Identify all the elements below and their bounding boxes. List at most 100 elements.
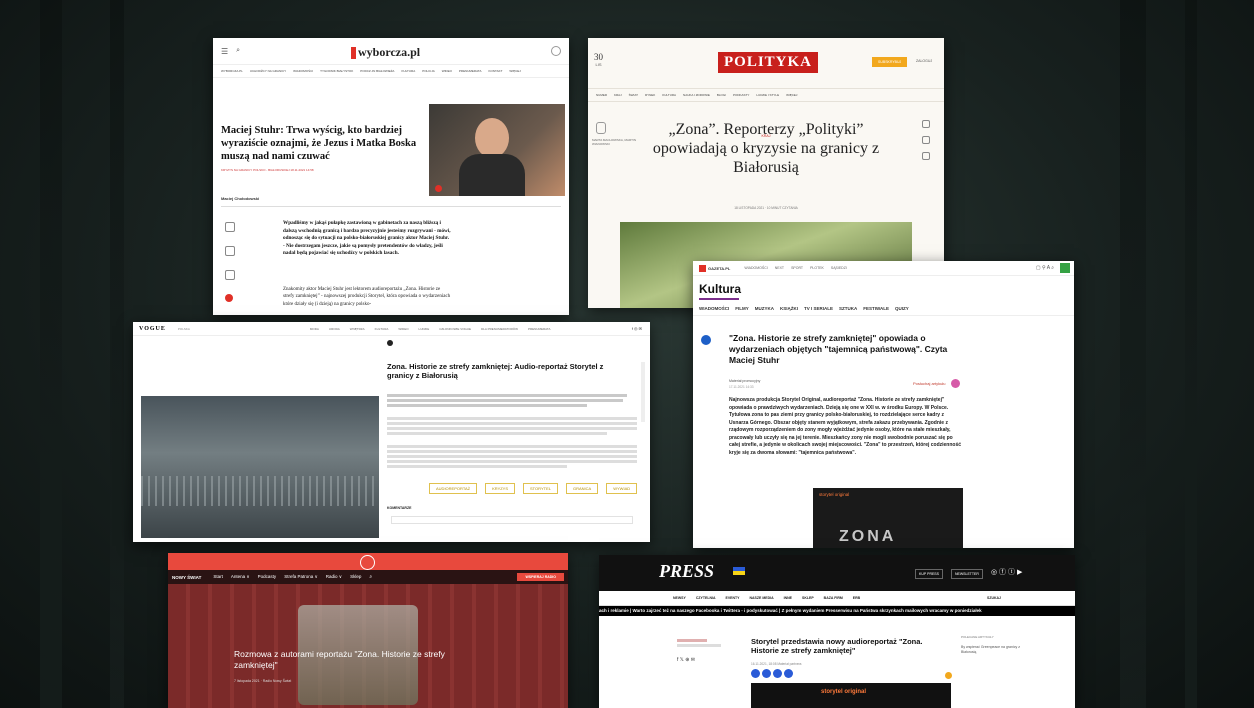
nav-item[interactable]: KRAJ [614,93,622,97]
nav-item[interactable]: KULTURA [662,93,676,97]
nav-item[interactable]: ERB [853,596,860,600]
nav-item[interactable]: LUDZIE [419,327,430,331]
nav-item[interactable]: POLICJA [422,69,435,73]
nav-item[interactable]: PODKASTY [733,93,749,97]
storytel-video[interactable]: storytel original ZONA [813,488,963,548]
nav-item[interactable]: SPORT [791,266,803,270]
search-icon[interactable]: ⌕ [236,47,240,55]
nav-item[interactable]: TV I SERIALE [804,306,833,311]
section-title[interactable]: Kultura [693,276,1074,298]
nav-item[interactable]: NUMER [596,93,607,97]
polityka-logo[interactable]: POLITYKA [718,52,819,73]
tag[interactable]: GRANICA [566,483,599,494]
nav-item[interactable]: Strefa Patrona ∨ [284,574,318,580]
article-headline[interactable]: Maciej Stuhr: Trwa wyścig, kto bardziej … [221,124,421,163]
side-text[interactable]: By wspierać Greenpeace na granicy z Biał… [961,645,1021,654]
storytel-banner[interactable]: storytel original [751,683,951,708]
share-icons[interactable]: f 𝕏 ⊕ ✉ [677,657,737,663]
bookmark-icon[interactable] [225,222,235,232]
social-icons[interactable]: f ◎ ✉ [632,326,642,331]
nav-item[interactable]: PRENUMERATA [528,327,551,331]
nav-item[interactable]: KULTURA [375,327,389,331]
listen-link[interactable]: Posłuchaj artykułu [913,381,945,386]
nav-item[interactable]: UCHODŹCY NA GRANICY [250,69,286,73]
tag[interactable]: STORYTEL [523,483,558,494]
nav-item[interactable]: SĄSIEDZI [831,266,847,270]
nav-item[interactable]: WIADOMOŚCI [744,266,767,270]
nav-item[interactable]: NAUKA I ZDROWIE [683,93,710,97]
nav-item[interactable]: CZYTELNIA [696,596,716,600]
twitter-icon[interactable] [225,270,235,280]
nav-item[interactable]: WIADOMOŚCI [293,69,313,73]
nav-item[interactable]: WIDEO [398,327,408,331]
nav-item[interactable]: Sklep [350,574,361,580]
vogue-logo[interactable]: VOGUE [139,326,166,332]
article-headline[interactable]: „Zona”. Reporterzy „Polityki” opowiadają… [648,120,884,178]
nav-item[interactable]: BAZA FIRM [824,596,843,600]
nav-item[interactable]: KSIĄŻKI [780,306,798,311]
support-button[interactable]: WSPIERAJ RADIO [517,573,564,581]
menu-button[interactable] [1060,263,1070,273]
article-headline[interactable]: "Zona. Historie ze strefy zamkniętej" op… [729,333,969,366]
nav-item[interactable]: WIĘCEJ [509,69,520,73]
nav-item[interactable]: MUZYKA [755,306,774,311]
social-icons[interactable]: ◎ ⓕ ⓣ ▶ [991,567,1022,577]
nav-item[interactable]: SZTUKA [839,306,857,311]
nav-item[interactable]: NEXT [775,266,784,270]
search-link[interactable]: SZUKAJ [987,596,1001,600]
nav-item[interactable]: WYBORCZA.PL [221,69,243,73]
tag[interactable]: WYWIAD [606,483,638,494]
article-headline[interactable]: Storytel przedstawia nowy audioreportaż … [751,637,947,656]
search-icon[interactable]: ⌕ [369,574,372,580]
nav-item[interactable]: TYGODNIK BIAŁYSTOK [320,69,353,73]
author-line[interactable]: MARTA MACHOWSKA, MARTIN WIANOWSKI [592,138,638,146]
account-icon[interactable] [551,46,561,56]
listen-icon[interactable] [922,152,930,160]
nav-item[interactable]: KULTURA [401,69,415,73]
press-logo[interactable]: PRESS [659,561,714,582]
facebook-icon[interactable] [701,335,711,345]
bookmark-icon[interactable] [922,120,930,128]
nav-item[interactable]: QUIZY [895,306,909,311]
buy-press-button[interactable]: KUP PRESS [915,569,943,579]
nav-item[interactable]: DLA PRENUMERATORÓW [481,327,518,331]
email-icon[interactable] [784,669,793,678]
nav-item[interactable]: FILMY [735,306,749,311]
nav-item[interactable]: RYNEK [645,93,655,97]
article-headline[interactable]: Rozmowa z autorami reportażu "Zona. Hist… [234,649,484,671]
camera-icon[interactable] [435,185,442,192]
newsletter-button[interactable]: NEWSLETTER [951,569,983,579]
nav-item[interactable]: NEWSY [673,596,686,600]
bookmark-icon[interactable] [945,672,952,679]
nav-item[interactable]: Antena ∨ [231,574,250,580]
comment-input[interactable] [391,516,633,524]
nav-item[interactable]: Radio ∨ [326,574,342,580]
nav-item[interactable]: WNĘTRZA [350,327,365,331]
nav-item[interactable]: Podcasty [258,574,277,580]
comments-icon[interactable] [225,294,233,302]
wyborcza-logo[interactable]: wyborcza.pl [358,45,420,60]
facebook-icon[interactable] [751,669,760,678]
linkedin-icon[interactable] [773,669,782,678]
nav-item[interactable]: CZŁONKOWIE VOGUE [439,327,471,331]
nav-item[interactable]: PLOTEK [810,266,824,270]
subscribe-button[interactable]: SUBSKRYBUJ [872,57,908,67]
text-size-icon[interactable] [922,136,930,144]
login-link[interactable]: ZALOGUJ [916,59,932,63]
tag[interactable]: KRYZYS [485,483,516,494]
nav-item[interactable]: WIDEO [442,69,452,73]
hamburger-icon[interactable]: ☰ [221,47,228,56]
nav-item[interactable]: LUDZIE I STYLE [756,93,779,97]
nav-item[interactable]: KONTAKT [488,69,502,73]
nav-item[interactable]: PODCZ.JN BIAŁOWIEŻA [360,69,394,73]
play-icon[interactable] [360,555,375,570]
gazeta-logo[interactable]: GAZETA.PL [708,266,730,271]
nav-item[interactable]: NASZE MEDIA [750,596,774,600]
tag[interactable]: AUDIOREPORTAŻ [429,483,478,494]
nav-item[interactable]: WIADOMOŚCI [699,306,729,311]
nav-item[interactable]: SKLEP [802,596,814,600]
nav-item[interactable]: URODA [329,327,340,331]
nav-item[interactable]: PRENUMERATA [459,69,482,73]
scrollbar[interactable] [641,362,645,422]
speaker-icon[interactable] [951,379,960,388]
